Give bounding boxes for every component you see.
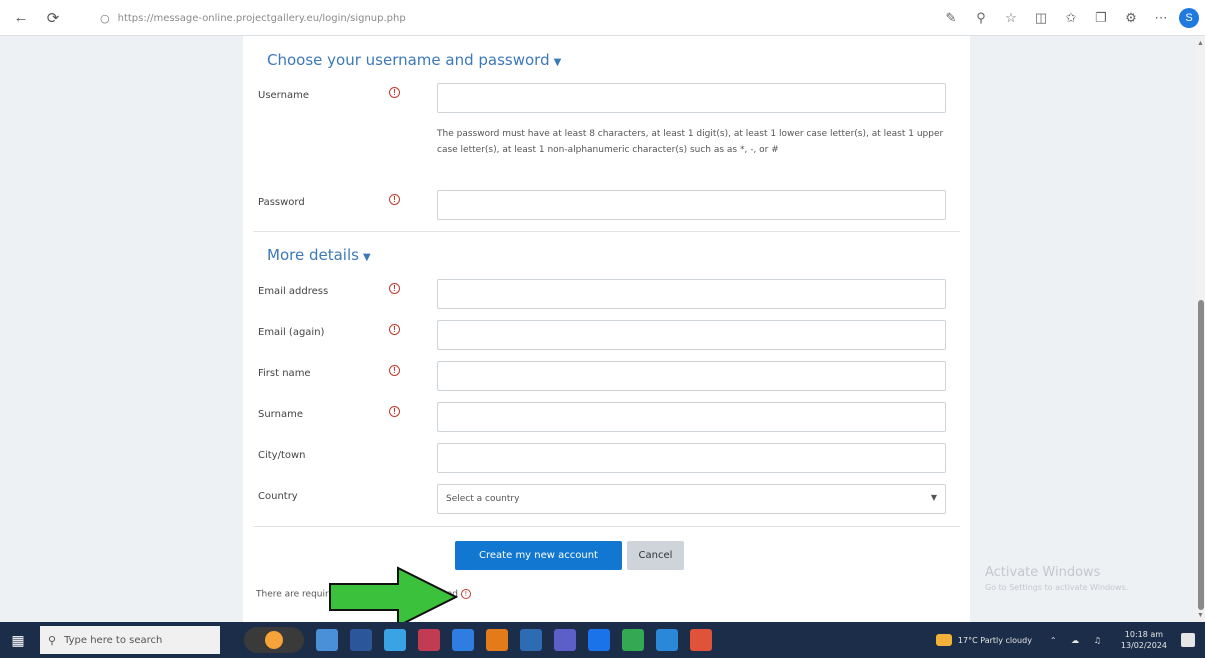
lock-icon: ○ bbox=[100, 11, 110, 25]
arrow-annotation-icon bbox=[329, 566, 459, 628]
country-label: Country bbox=[258, 491, 298, 502]
browser-toolbar-icons: ✎ ⚲ ☆ ◫ ✩ ❐ ⚙ ⋯ S bbox=[933, 6, 1205, 30]
watermark-title: Activate Windows bbox=[985, 565, 1101, 580]
email-again-label: Email (again) bbox=[258, 327, 325, 338]
clock-date: 13/02/2024 bbox=[1120, 641, 1167, 650]
required-icon: ! bbox=[389, 194, 400, 205]
app-icon[interactable] bbox=[656, 629, 678, 651]
section-divider bbox=[253, 526, 960, 527]
scroll-down-icon[interactable]: ▼ bbox=[1197, 612, 1204, 619]
email-again-input[interactable] bbox=[437, 320, 946, 350]
chrome-icon[interactable] bbox=[690, 629, 712, 651]
collections-icon[interactable]: ❐ bbox=[1089, 6, 1113, 30]
taskbar-search[interactable]: ⚲ Type here to search bbox=[40, 626, 220, 654]
system-tray: 17°C Partly cloudy ⌃ ☁ ♫ 10:18 am 13/02/… bbox=[935, 622, 1195, 658]
required-icon: ! bbox=[389, 324, 400, 335]
more-icon[interactable]: ⋯ bbox=[1149, 6, 1173, 30]
teams-icon[interactable] bbox=[554, 629, 576, 651]
required-icon: ! bbox=[389, 87, 400, 98]
back-icon[interactable]: ← bbox=[10, 7, 32, 29]
section-more-details-title: More details bbox=[267, 246, 359, 264]
surname-label: Surname bbox=[258, 409, 303, 420]
watermark-subtitle: Go to Settings to activate Windows. bbox=[985, 583, 1129, 592]
widgets-icon[interactable] bbox=[244, 627, 304, 653]
app-icon[interactable] bbox=[418, 629, 440, 651]
surname-input[interactable] bbox=[437, 402, 946, 432]
firstname-input[interactable] bbox=[437, 361, 946, 391]
required-icon: ! bbox=[460, 589, 471, 599]
address-url: https://message-online.projectgallery.eu… bbox=[117, 12, 406, 24]
favorite-star-icon[interactable]: ☆ bbox=[999, 6, 1023, 30]
email-label: Email address bbox=[258, 286, 329, 297]
file-explorer-icon[interactable] bbox=[316, 629, 338, 651]
required-icon: ! bbox=[389, 365, 400, 376]
city-input[interactable] bbox=[437, 443, 946, 473]
signup-form-card: Choose your username and password ▼ Usern… bbox=[243, 36, 970, 622]
address-bar[interactable]: ○ https://message-online.projectgallery.… bbox=[100, 8, 920, 28]
app-icon[interactable] bbox=[622, 629, 644, 651]
notification-icon[interactable] bbox=[1181, 633, 1195, 647]
create-account-button[interactable]: Create my new account bbox=[455, 541, 622, 570]
country-select-value: Select a country bbox=[446, 494, 520, 504]
section-more-details-header[interactable]: More details ▼ bbox=[267, 246, 371, 264]
chevron-down-icon: ▼ bbox=[553, 57, 562, 68]
required-icon: ! bbox=[389, 283, 400, 294]
weather-widget[interactable]: 17°C Partly cloudy bbox=[935, 634, 1032, 646]
weather-icon bbox=[935, 634, 952, 646]
username-input[interactable] bbox=[437, 83, 946, 113]
app-icon[interactable] bbox=[486, 629, 508, 651]
password-input[interactable] bbox=[437, 190, 946, 220]
zoom-icon[interactable]: ⚲ bbox=[969, 6, 993, 30]
browser-toolbar: ← ⟳ ○ https://message-online.projectgall… bbox=[0, 0, 1205, 36]
tray-icons[interactable]: ⌃ ☁ ♫ bbox=[1050, 636, 1107, 645]
app-icon[interactable] bbox=[520, 629, 542, 651]
password-help-text: The password must have at least 8 charac… bbox=[437, 129, 944, 155]
section-username-password-title: Choose your username and password bbox=[267, 51, 550, 69]
password-label: Password bbox=[258, 197, 305, 208]
extensions-icon[interactable]: ⚙ bbox=[1119, 6, 1143, 30]
app-icon[interactable] bbox=[350, 629, 372, 651]
split-screen-icon[interactable]: ◫ bbox=[1029, 6, 1053, 30]
weather-text: 17°C Partly cloudy bbox=[957, 635, 1032, 645]
scrollbar-thumb[interactable] bbox=[1198, 300, 1204, 610]
city-label: City/town bbox=[258, 450, 306, 461]
refresh-icon[interactable]: ⟳ bbox=[42, 7, 64, 29]
username-label: Username bbox=[258, 90, 309, 101]
profile-avatar[interactable]: S bbox=[1179, 8, 1199, 28]
chevron-down-icon: ▼ bbox=[362, 252, 371, 263]
email-input[interactable] bbox=[437, 279, 946, 309]
clock-time: 10:18 am bbox=[1124, 630, 1164, 639]
section-username-password-header[interactable]: Choose your username and password ▼ bbox=[267, 51, 561, 69]
app-icon[interactable] bbox=[452, 629, 474, 651]
section-divider bbox=[253, 231, 960, 232]
app-icon[interactable] bbox=[588, 629, 610, 651]
activate-windows-watermark: Activate Windows Go to Settings to activ… bbox=[985, 565, 1128, 592]
windows-start-icon[interactable]: ▦ bbox=[0, 622, 36, 658]
taskbar-search-placeholder: Type here to search bbox=[64, 634, 163, 646]
favorites-icon[interactable]: ✩ bbox=[1059, 6, 1083, 30]
read-aloud-icon[interactable]: ✎ bbox=[939, 6, 963, 30]
scroll-up-icon[interactable]: ▲ bbox=[1197, 40, 1204, 47]
taskbar: ▦ ⚲ Type here to search 17°C Partly clou… bbox=[0, 622, 1205, 658]
chevron-down-icon: ▼ bbox=[930, 493, 937, 502]
firstname-label: First name bbox=[258, 368, 311, 379]
taskbar-clock[interactable]: 10:18 am 13/02/2024 bbox=[1121, 629, 1167, 651]
edge-browser-icon[interactable] bbox=[384, 629, 406, 651]
country-select[interactable]: Select a country ▼ bbox=[437, 484, 946, 514]
required-icon: ! bbox=[389, 406, 400, 417]
search-icon: ⚲ bbox=[48, 633, 57, 647]
cancel-button[interactable]: Cancel bbox=[627, 541, 684, 570]
